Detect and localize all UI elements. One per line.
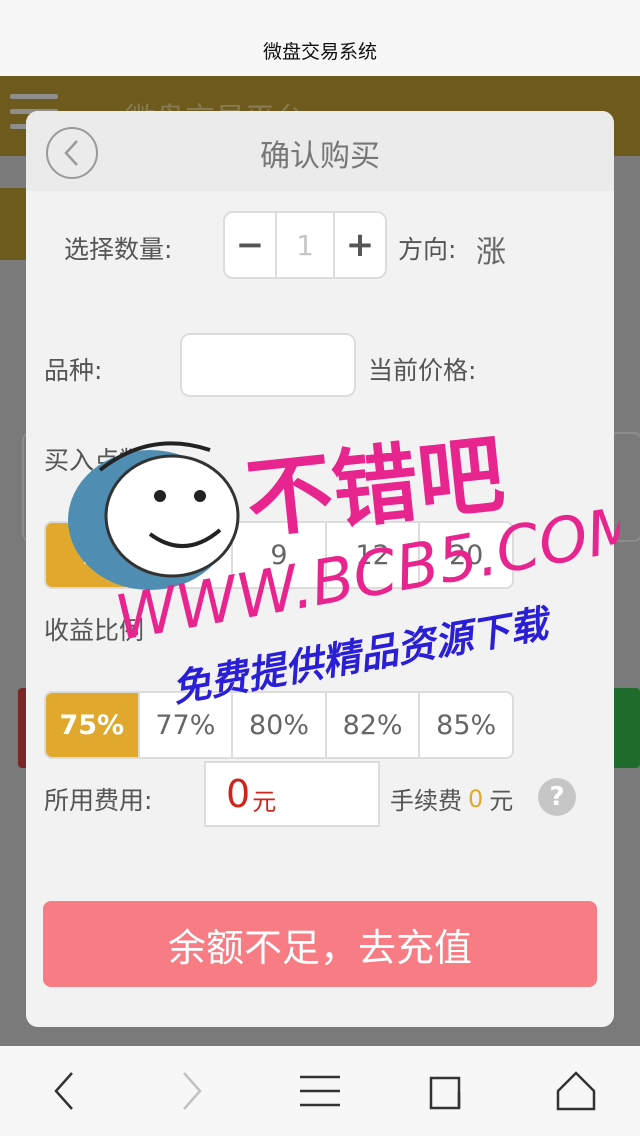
fee-value: 0 [468, 784, 484, 813]
ratio-label: 收益比例 [44, 616, 145, 645]
fee-unit: 元 [489, 787, 514, 815]
nav-back-button[interactable] [0, 1046, 128, 1136]
quantity-input[interactable]: 1 [275, 213, 335, 277]
increase-button[interactable]: + [335, 213, 385, 277]
ratio-option-82[interactable]: 82% [327, 693, 421, 757]
nav-tabs-button[interactable] [384, 1046, 512, 1136]
cost-value: 0 [226, 772, 251, 816]
ratio-option-80[interactable]: 80% [233, 693, 327, 757]
home-icon [556, 1071, 596, 1111]
variety-field[interactable] [180, 333, 356, 397]
forward-icon [183, 1072, 202, 1110]
points-option-12[interactable]: 12 [327, 523, 421, 587]
dialog-header: 确认购买 [26, 111, 614, 191]
quantity-stepper: − 1 + [223, 211, 387, 279]
decrease-button[interactable]: − [225, 213, 275, 277]
variety-label: 品种: [44, 356, 103, 385]
browser-title: 微盘交易系统 [262, 41, 377, 63]
nav-forward-button[interactable] [128, 1046, 256, 1136]
browser-bottom-nav [0, 1046, 640, 1136]
ratio-option-85[interactable]: 85% [420, 693, 512, 757]
ratio-selector: 75% 77% 80% 82% 85% [44, 691, 514, 759]
browser-title-bar: 微盘交易系统 [0, 0, 640, 76]
confirm-purchase-dialog: 确认购买 选择数量: − 1 + 方向: 涨 品种: 当前价格: 买入点数 3 … [26, 111, 614, 1027]
points-option-20[interactable]: 20 [420, 523, 512, 587]
points-option-3[interactable]: 3 [46, 523, 140, 587]
current-price-label: 当前价格: [368, 356, 477, 385]
quantity-label: 选择数量: [64, 235, 173, 264]
dialog-title: 确认购买 [260, 139, 380, 174]
ratio-option-77[interactable]: 77% [140, 693, 234, 757]
menu-icon [300, 1075, 340, 1107]
recharge-button[interactable]: 余额不足，去充值 [43, 901, 597, 987]
nav-menu-button[interactable] [256, 1046, 384, 1136]
fee-label: 手续费 [390, 787, 462, 815]
cost-unit: 元 [252, 787, 277, 816]
ratio-option-75[interactable]: 75% [46, 693, 140, 757]
back-icon [54, 1072, 73, 1110]
cost-field: 0 元 [204, 761, 380, 827]
points-selector: 3 6 9 12 20 [44, 521, 514, 589]
direction-label: 方向: [398, 235, 457, 264]
tabs-icon [429, 1076, 461, 1110]
fee-info: 手续费 0 元 [390, 781, 513, 816]
direction-value: 涨 [476, 235, 506, 270]
background-green-button [610, 688, 640, 768]
points-label: 买入点数 [44, 446, 145, 475]
nav-home-button[interactable] [512, 1046, 640, 1136]
points-option-9[interactable]: 9 [233, 523, 327, 587]
help-icon[interactable]: ? [538, 778, 576, 816]
points-option-6[interactable]: 6 [140, 523, 234, 587]
cost-label: 所用费用: [44, 786, 153, 815]
